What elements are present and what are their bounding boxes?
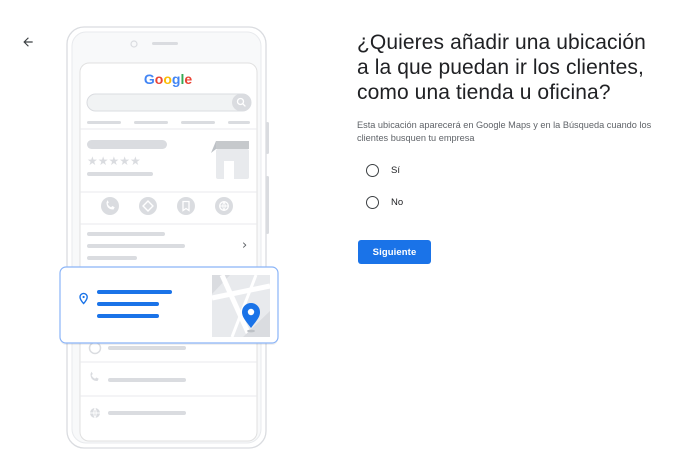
location-card <box>59 266 279 345</box>
website-icon <box>215 197 233 215</box>
question-panel: ¿Quieres añadir una ubicación a la que p… <box>357 30 657 145</box>
phone-mockup: Google ★★★★★ › <box>59 26 279 449</box>
mini-map <box>211 273 271 339</box>
search-bar <box>86 93 252 112</box>
question-title: ¿Quieres añadir una ubicación a la que p… <box>357 31 646 104</box>
option-label: No <box>391 197 404 208</box>
question-description: Esta ubicación aparecerá en Google Maps … <box>357 120 652 143</box>
globe-row-icon <box>90 407 100 419</box>
radio-circle[interactable] <box>366 164 379 177</box>
option-no[interactable]: No <box>366 196 403 209</box>
storefront-icon <box>211 141 249 179</box>
next-button[interactable]: Siguiente <box>358 240 431 264</box>
rating-stars: ★★★★★ <box>87 154 141 168</box>
bookmark-icon <box>177 197 195 215</box>
option-si[interactable]: Sí <box>366 164 400 177</box>
business-profile-illustration: Google ★★★★★ › <box>56 26 286 454</box>
phone-icon <box>101 197 119 215</box>
google-logo: Google <box>144 71 192 87</box>
chevron-right-icon: › <box>242 238 247 253</box>
arrow-back-icon <box>23 37 33 47</box>
option-label: Sí <box>391 165 400 176</box>
radio-circle[interactable] <box>366 196 379 209</box>
directions-icon <box>139 197 157 215</box>
back-button[interactable] <box>14 28 42 56</box>
